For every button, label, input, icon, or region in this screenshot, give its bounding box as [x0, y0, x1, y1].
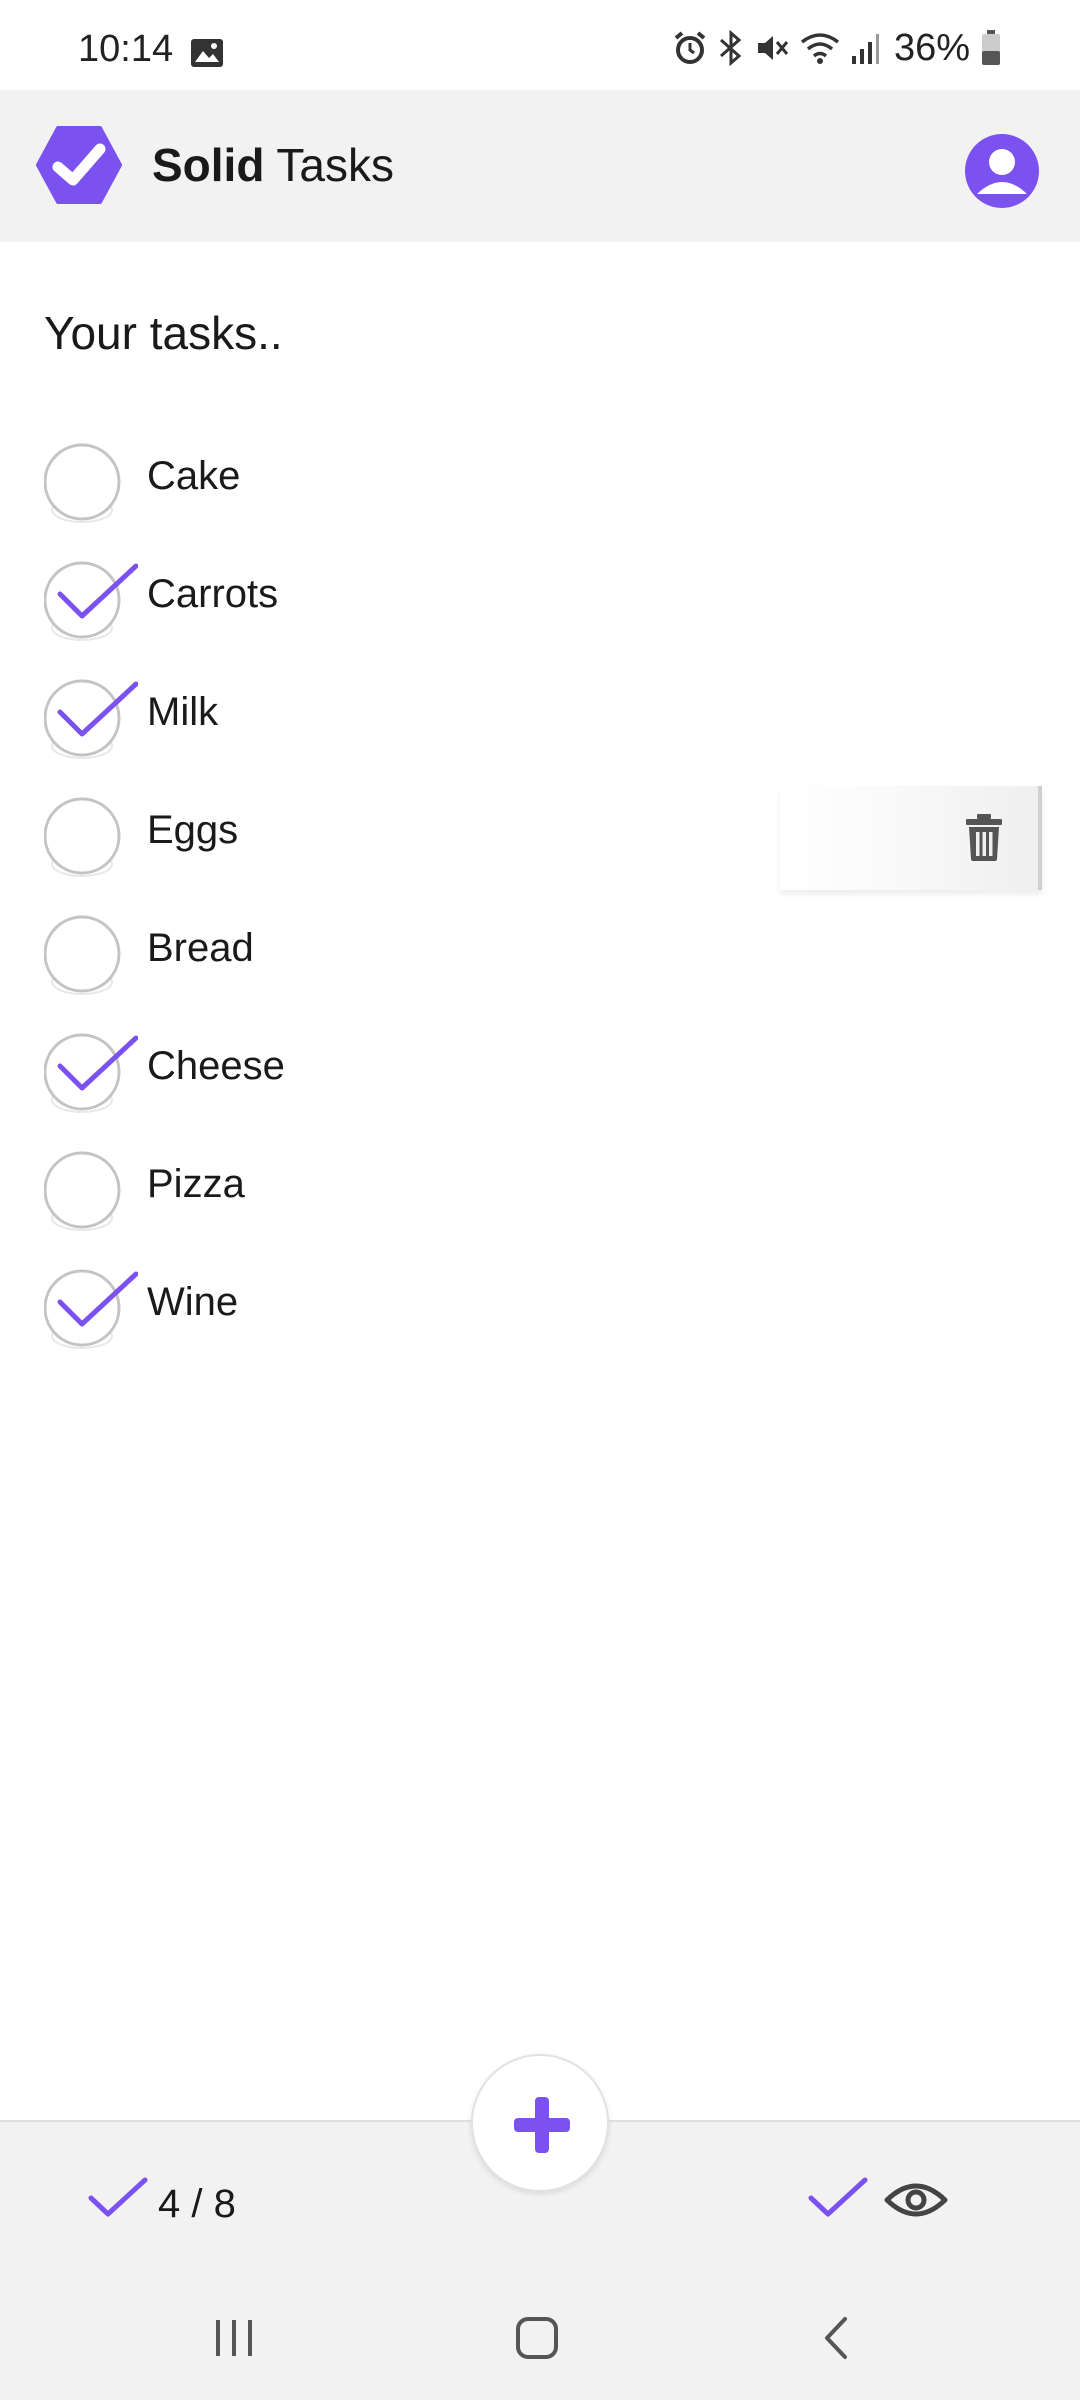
delete-action-panel [780, 786, 1042, 890]
task-label[interactable]: Eggs [147, 808, 238, 853]
gallery-icon [191, 39, 223, 67]
hexagon-check-logo-icon [36, 126, 122, 204]
task-label[interactable]: Wine [147, 1280, 238, 1325]
wifi-icon [800, 33, 840, 64]
task-item: Carrots [0, 538, 1080, 656]
task-label[interactable]: Carrots [147, 572, 278, 617]
eye-icon[interactable] [884, 2180, 948, 2220]
task-checkbox-checked[interactable] [44, 676, 138, 770]
task-checkbox-unchecked[interactable] [44, 1148, 138, 1242]
bluetooth-icon [719, 29, 742, 67]
check-icon [88, 2177, 148, 2217]
task-checkbox-unchecked[interactable] [44, 794, 138, 888]
task-label[interactable]: Cake [147, 454, 240, 499]
task-item: Milk [0, 656, 1080, 774]
task-label[interactable]: Milk [147, 690, 218, 735]
status-icons: 36% [672, 26, 1002, 70]
completed-counter: 4 / 8 [158, 2182, 236, 2226]
app-title-bold: Solid [152, 139, 265, 191]
alarm-icon [674, 31, 706, 64]
task-label[interactable]: Pizza [147, 1162, 245, 1207]
task-checkbox-checked[interactable] [44, 1266, 138, 1360]
task-checkbox-unchecked[interactable] [44, 440, 138, 534]
trash-icon[interactable] [964, 812, 1004, 862]
app-title-rest: Tasks [264, 139, 394, 191]
system-navigation-bar [0, 2278, 1080, 2400]
task-list: Cake Carrots Milk Eggs Bread Cheese Pizz… [0, 420, 1080, 1364]
task-checkbox-checked[interactable] [44, 1030, 138, 1124]
battery-icon [982, 30, 1000, 65]
page-heading: Your tasks.. [44, 307, 283, 359]
add-task-button[interactable] [471, 2054, 609, 2192]
status-bar: 10:14 36% [0, 0, 1080, 90]
recents-icon[interactable] [212, 2318, 256, 2358]
task-item: Wine [0, 1246, 1080, 1364]
task-item: Cake [0, 420, 1080, 538]
task-label[interactable]: Cheese [147, 1044, 285, 1089]
check-icon[interactable] [808, 2176, 868, 2220]
user-avatar-icon [977, 149, 1027, 194]
app-header: Solid Tasks [0, 90, 1080, 242]
task-checkbox-unchecked[interactable] [44, 912, 138, 1006]
battery-percent: 36% [893, 26, 970, 69]
plus-icon [514, 2097, 570, 2153]
status-time: 10:14 [78, 28, 174, 70]
task-item: Cheese [0, 1010, 1080, 1128]
profile-button[interactable] [965, 134, 1039, 208]
task-item: Bread [0, 892, 1080, 1010]
back-icon[interactable] [822, 2316, 850, 2360]
mute-icon [757, 36, 789, 60]
home-icon[interactable] [515, 2316, 559, 2360]
task-item: Pizza [0, 1128, 1080, 1246]
task-label[interactable]: Bread [147, 926, 254, 971]
signal-icon [851, 34, 879, 64]
app-title: Solid Tasks [152, 138, 394, 192]
task-checkbox-checked[interactable] [44, 558, 138, 652]
